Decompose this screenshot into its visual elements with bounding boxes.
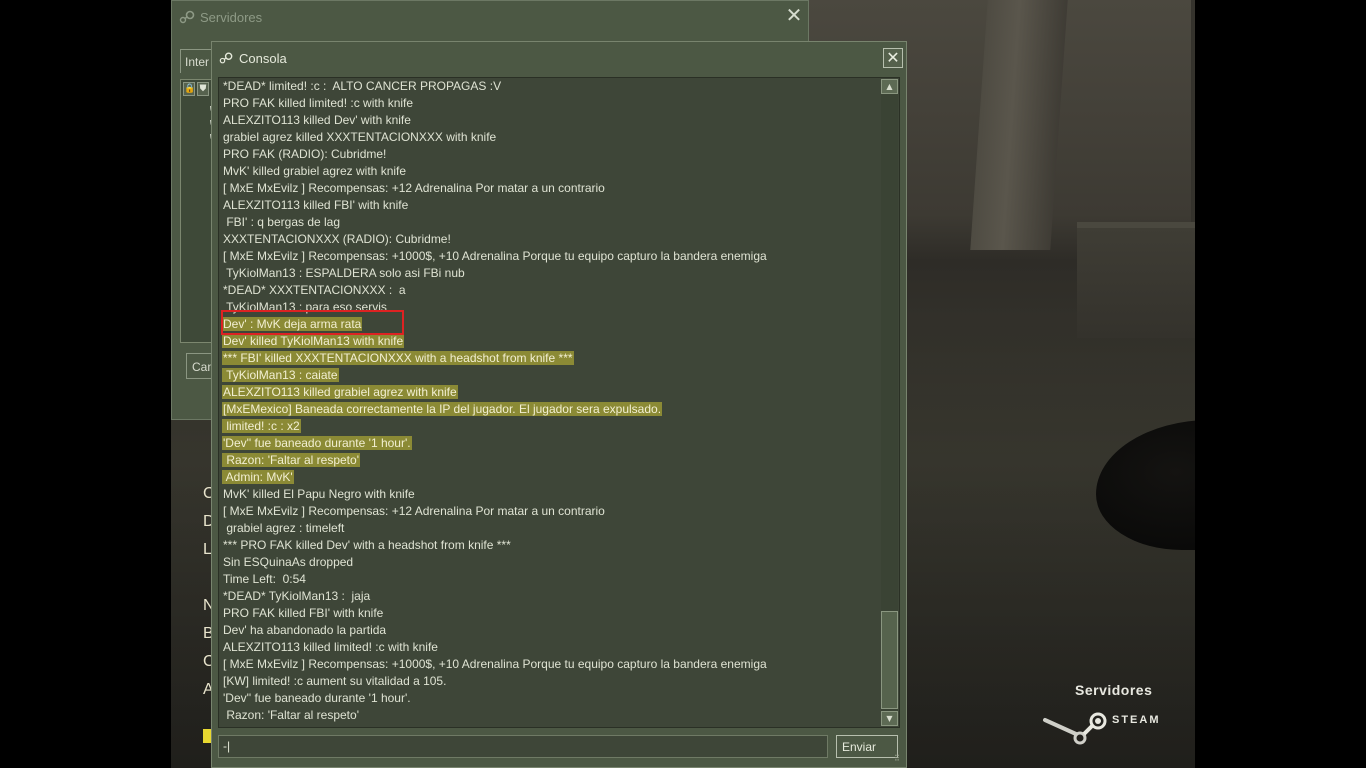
console-line-text: *DEAD* limited! :c : ALTO CANCER PROPAGA… (223, 79, 502, 93)
console-line: PRO FAK killed limited! :c with knife (222, 96, 877, 113)
console-line: [MxEMexico] Baneada correctamente la IP … (222, 402, 877, 419)
console-line: Sin ESQuinaAs dropped (222, 555, 877, 572)
console-line-text: ALEXZITO113 killed grabiel agrez with kn… (222, 385, 458, 399)
console-line: Admin: MvK' (222, 470, 877, 487)
console-line-text: FBI' : q bergas de lag (223, 215, 341, 229)
steam-wordmark: STEAM (1112, 714, 1161, 726)
console-line-text: MvK' killed El Papu Negro with knife (223, 487, 415, 501)
console-line: limited! :c : x2 (222, 419, 877, 436)
console-line: ALEXZITO113 killed grabiel agrez with kn… (222, 385, 877, 402)
console-line-text: *** PRO FAK killed Dev' with a headshot … (223, 538, 511, 552)
console-line: PRO FAK killed FBI' with knife (222, 606, 877, 623)
steam-icon (219, 52, 233, 64)
console-line: [ MxE MxEvilz ] Recompensas: +1000$, +10… (222, 657, 877, 674)
console-line-text: [ MxE MxEvilz ] Recompensas: +12 Adrenal… (223, 181, 605, 195)
console-line-text: Dev' killed TyKiolMan13 with knife (222, 334, 405, 348)
console-line-text: Dev' ha abandonado la partida (223, 623, 387, 637)
console-line-text: *** FBI' killed XXXTENTACIONXXX with a h… (222, 351, 574, 365)
scroll-down-icon[interactable]: ▼ (881, 711, 898, 726)
console-line-text: Razon: 'Faltar al respeto' (223, 708, 359, 722)
console-line-text: ALEXZITO113 killed FBI' with knife (223, 198, 409, 212)
scrollbar-thumb[interactable] (881, 611, 898, 709)
console-line-text: Sin ESQuinaAs dropped (223, 555, 354, 569)
console-line-text: *DEAD* TyKiolMan13 : jaja (223, 589, 371, 603)
console-line: Time Left: 0:54 (222, 572, 877, 589)
console-line-text: [ MxE MxEvilz ] Recompensas: +1000$, +10… (223, 249, 767, 263)
console-line: 'Dev'' fue baneado durante '1 hour'. (222, 691, 877, 708)
console-line-text: grabiel agrez killed XXXTENTACIONXXX wit… (223, 130, 497, 144)
lock-icon[interactable]: 🔒 (183, 82, 195, 96)
console-line: MvK' killed grabiel agrez with knife (222, 164, 877, 181)
console-line: Dev' ha abandonado la partida (222, 623, 877, 640)
shield-icon[interactable]: ⛊ (197, 82, 209, 96)
console-line: *DEAD* limited! :c : ALTO CANCER PROPAGA… (222, 79, 877, 96)
console-line-text: limited! :c : x2 (222, 419, 301, 433)
scroll-up-icon[interactable]: ▲ (881, 79, 898, 94)
console-line: ALEXZITO113 killed FBI' with knife (222, 198, 877, 215)
background-tower (970, 0, 1068, 250)
game-menu-marker (203, 729, 211, 743)
console-line-text: [ MxE MxEvilz ] Recompensas: +1000$, +10… (223, 657, 767, 671)
close-icon[interactable]: ✕ (883, 48, 903, 68)
steam-icon (179, 10, 195, 24)
console-line-text: MvK' killed grabiel agrez with knife (223, 164, 407, 178)
send-button[interactable]: Enviar (836, 735, 898, 758)
console-line-text: [ MxE MxEvilz ] Recompensas: +12 Adrenal… (223, 504, 605, 518)
background-rock (1096, 420, 1195, 550)
servers-overlay-label[interactable]: Servidores (1075, 682, 1152, 698)
console-line-text: PRO FAK killed limited! :c with knife (223, 96, 414, 110)
console-line-text: [MxEMexico] Baneada correctamente la IP … (222, 402, 663, 416)
console-line-text: Razon: 'Faltar al respeto' (222, 453, 360, 467)
console-line: Razon: 'Faltar al respeto' (222, 708, 877, 725)
console-line-text: 'Dev'' fue baneado durante '1 hour'. (222, 436, 412, 450)
vertical-scrollbar[interactable]: ▲ ▼ (881, 79, 898, 726)
console-line-text: ALEXZITO113 killed Dev' with knife (223, 113, 411, 127)
close-icon[interactable]: ✕ (785, 5, 803, 25)
console-line: [ MxE MxEvilz ] Recompensas: +12 Adrenal… (222, 504, 877, 521)
console-line: FBI' : q bergas de lag (222, 215, 877, 232)
console-line-text: 'Dev'' fue baneado durante '1 hour'. (223, 691, 411, 705)
console-line-text: PRO FAK killed FBI' with knife (223, 606, 384, 620)
console-line: XXXTENTACIONXXX (RADIO): Cubridme! (222, 232, 877, 249)
console-line: 'Dev'' fue baneado durante '1 hour'. (222, 436, 877, 453)
annotation-highlight-box (221, 310, 404, 335)
console-line: TyKiolMan13 : ESPALDERA solo asi FBi nub (222, 266, 877, 283)
console-output[interactable]: *DEAD* limited! :c : ALTO CANCER PROPAGA… (218, 77, 900, 728)
background-wall (1077, 228, 1195, 338)
console-line: PRO FAK (RADIO): Cubridme! (222, 147, 877, 164)
console-line: [ MxE MxEvilz ] Recompensas: +1000$, +10… (222, 249, 877, 266)
console-line-text: grabiel agrez : timeleft (223, 521, 345, 535)
console-line-text: [KW] limited! :c aument su vitalidad a 1… (223, 674, 447, 688)
console-line: grabiel agrez : timeleft (222, 521, 877, 538)
console-line: [ MxE MxEvilz ] Recompensas: +12 Adrenal… (222, 181, 877, 198)
console-line: *** FBI' killed XXXTENTACIONXXX with a h… (222, 351, 877, 368)
console-line: MvK' killed El Papu Negro with knife (222, 487, 877, 504)
console-line: Dev' killed TyKiolMan13 with knife (222, 334, 877, 351)
console-line: TyKiolMan13 : caiate (222, 368, 877, 385)
background-tower (1191, 0, 1195, 260)
console-line-text: PRO FAK (RADIO): Cubridme! (223, 147, 387, 161)
console-line-text: XXXTENTACIONXXX (RADIO): Cubridme! (223, 232, 451, 246)
console-line: *DEAD* XXXTENTACIONXXX : a (222, 283, 877, 300)
console-line: ALEXZITO113 killed Dev' with knife (222, 113, 877, 130)
console-window-title: Consola (239, 51, 287, 66)
console-command-input[interactable]: -| (218, 735, 828, 758)
console-line-text: Time Left: 0:54 (223, 572, 306, 586)
console-line-text: *DEAD* XXXTENTACIONXXX : a (223, 283, 406, 297)
console-line-text: TyKiolMan13 : ESPALDERA solo asi FBi nub (223, 266, 465, 280)
console-line: Razon: 'Faltar al respeto' (222, 453, 877, 470)
console-line: ALEXZITO113 killed limited! :c with knif… (222, 640, 877, 657)
console-line-text: Admin: MvK' (222, 470, 294, 484)
console-line: *** PRO FAK killed Dev' with a headshot … (222, 538, 877, 555)
console-window: Consola ✕ *DEAD* limited! :c : ALTO CANC… (211, 41, 907, 768)
resize-grip-icon[interactable]: ⠿ (894, 754, 904, 764)
console-line: grabiel agrez killed XXXTENTACIONXXX wit… (222, 130, 877, 147)
servers-window-title: Servidores (200, 10, 263, 25)
console-line: *DEAD* TyKiolMan13 : jaja (222, 589, 877, 606)
console-line: [KW] limited! :c aument su vitalidad a 1… (222, 674, 877, 691)
console-line-text: TyKiolMan13 : caiate (222, 368, 339, 382)
console-lines: *DEAD* limited! :c : ALTO CANCER PROPAGA… (222, 79, 877, 725)
console-line-text: ALEXZITO113 killed limited! :c with knif… (223, 640, 438, 654)
